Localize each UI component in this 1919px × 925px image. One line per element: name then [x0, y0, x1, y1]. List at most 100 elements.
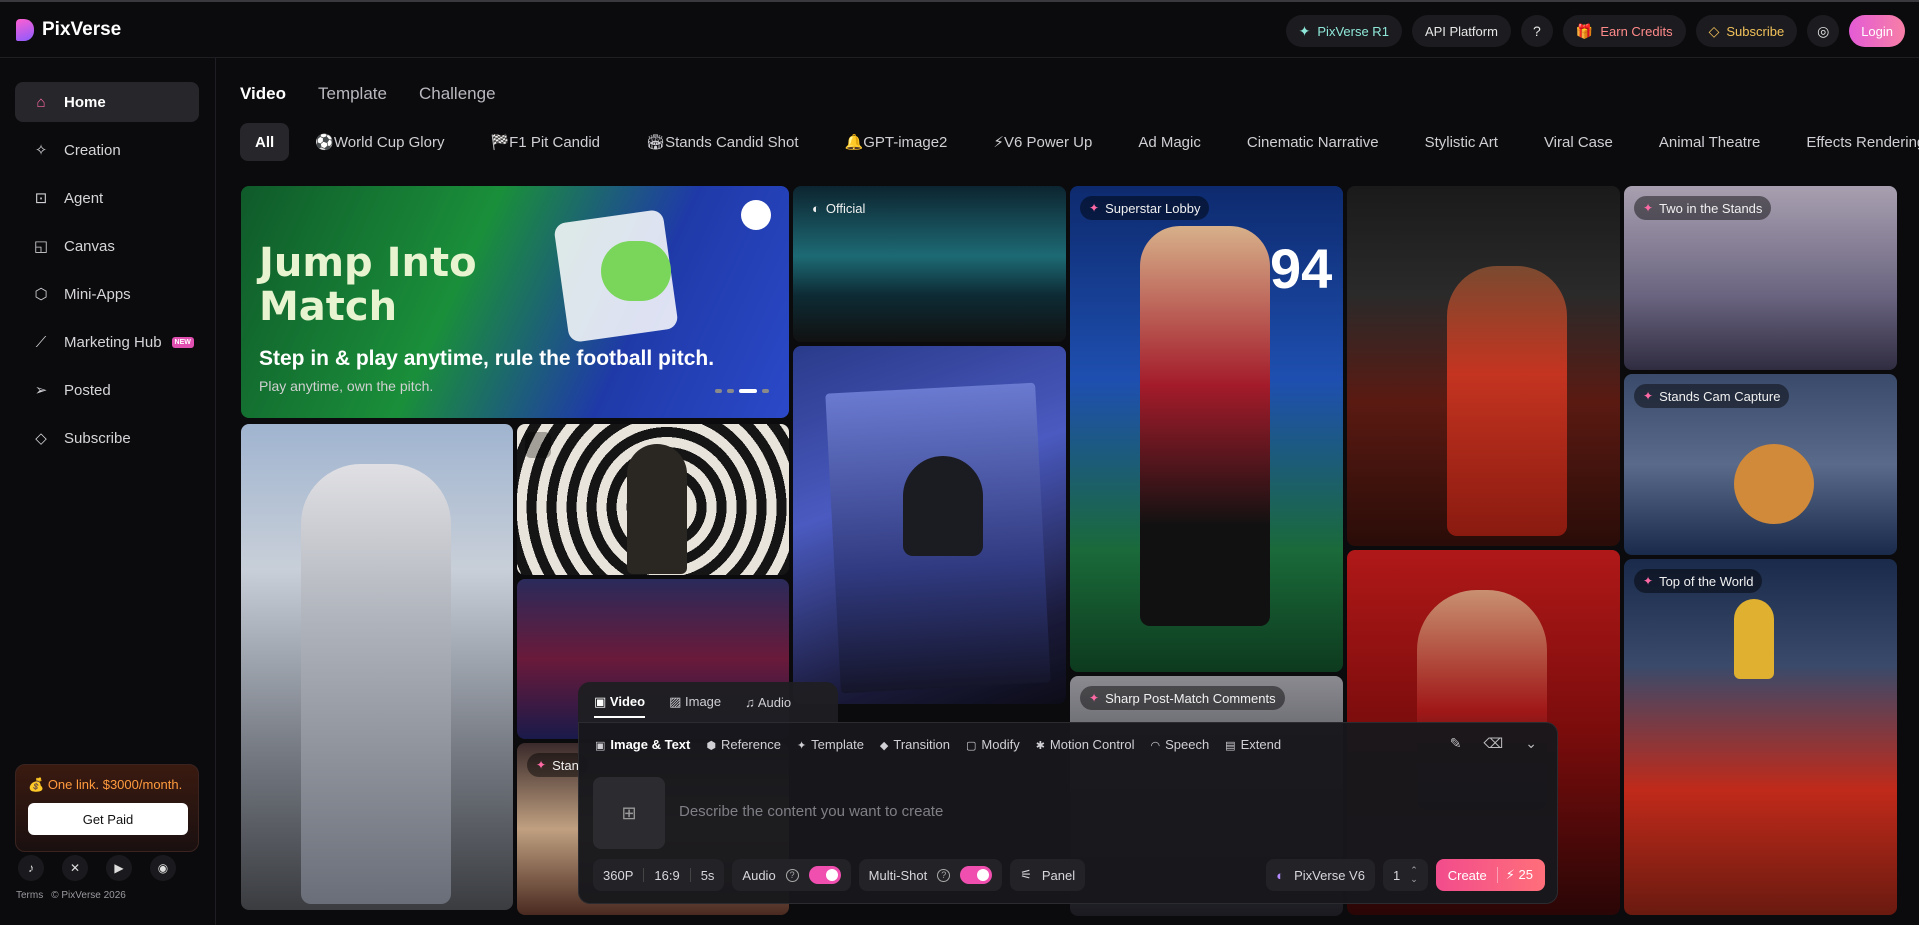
terms-link[interactable]: Terms: [16, 890, 43, 901]
card-top-of-the-world[interactable]: ✦ Top of the World: [1624, 559, 1897, 915]
count-stepper[interactable]: 1 ⌃ ⌄: [1382, 859, 1428, 891]
mode-extend[interactable]: ▤ Extend: [1225, 737, 1281, 752]
stepper-arrows-icon[interactable]: ⌃ ⌄: [1410, 866, 1418, 884]
diamond-icon: ◇: [1708, 22, 1720, 39]
mode-motion-control[interactable]: ✱ Motion Control: [1036, 737, 1135, 752]
carousel-dot[interactable]: [762, 389, 769, 393]
card-knight[interactable]: [241, 424, 513, 910]
flag-icon: 🏁: [490, 134, 510, 151]
chip-effects-rendering[interactable]: Effects Rendering: [1786, 123, 1919, 161]
card-portrait-spiral[interactable]: [517, 424, 789, 575]
discord-icon[interactable]: ◉: [150, 855, 176, 881]
chip-cinematic-narrative[interactable]: Cinematic Narrative: [1227, 123, 1399, 161]
hero-subtitle: Step in & play anytime, rule the footbal…: [259, 347, 715, 370]
mode-speech[interactable]: ◠ Speech: [1150, 737, 1209, 752]
bell-icon: 🔔: [844, 134, 864, 151]
subscribe-button[interactable]: ◇ Subscribe: [1695, 15, 1798, 47]
image-icon: ▨: [669, 694, 682, 709]
chevron-down-icon[interactable]: ⌄: [1525, 735, 1537, 752]
carousel-dot[interactable]: [739, 389, 757, 393]
card-superstar-lobby[interactable]: 94 ✦ Superstar Lobby: [1070, 186, 1343, 672]
prompt-input[interactable]: Describe the content you want to create: [679, 803, 943, 820]
sidebar-item-agent[interactable]: ⊡ Agent: [15, 178, 199, 218]
video-icon: ▣: [595, 740, 606, 752]
create-button[interactable]: Create ⚡ 25: [1435, 859, 1545, 891]
pen-icon[interactable]: ✎: [1450, 735, 1462, 752]
eraser-icon[interactable]: ⌫: [1483, 735, 1503, 752]
language-button[interactable]: ◎: [1807, 15, 1840, 47]
sidebar-item-canvas[interactable]: ◱ Canvas: [15, 226, 199, 266]
sidebar-item-marketing-hub[interactable]: ⟋ Marketing Hub NEW: [15, 322, 199, 362]
help-button[interactable]: ?: [1520, 15, 1553, 47]
duration-value: 5s: [700, 867, 715, 883]
chip-gpt-image2[interactable]: 🔔 GPT-image2: [825, 123, 968, 161]
tab-challenge[interactable]: Challenge: [419, 84, 496, 104]
carousel-dot[interactable]: [727, 389, 734, 393]
composer-settings: 360P 16:9 5s Audio ? Multi-Shot ? ⚟ Pane…: [593, 859, 1545, 891]
help-icon[interactable]: ?: [937, 868, 951, 882]
multishot-toggle[interactable]: [960, 866, 993, 884]
pixverse-r1-button[interactable]: ✦ PixVerse R1: [1285, 15, 1402, 47]
person-figure: [1447, 266, 1567, 536]
chip-world-cup-glory[interactable]: ⚽ World Cup Glory: [295, 123, 464, 161]
chip-f1-pit-candid[interactable]: 🏁 F1 Pit Candid: [470, 123, 620, 161]
mode-image-text[interactable]: ▣ Image & Text: [595, 737, 690, 752]
x-icon[interactable]: ✕: [62, 855, 88, 881]
sidebar-item-posted[interactable]: ➢ Posted: [15, 370, 199, 410]
chip-all[interactable]: All: [240, 123, 290, 161]
chip-viral-case[interactable]: Viral Case: [1524, 123, 1633, 161]
tiktok-icon[interactable]: ♪: [18, 855, 44, 881]
carousel-dot[interactable]: [715, 389, 722, 393]
card-f1-pit[interactable]: [1347, 186, 1620, 546]
card-official[interactable]: ◐ Official: [793, 186, 1066, 342]
help-icon[interactable]: ?: [785, 868, 799, 882]
sidebar-item-creation[interactable]: ✧ Creation: [15, 130, 199, 170]
card-stands-cam-capture[interactable]: ✦ Stands Cam Capture: [1624, 374, 1897, 555]
tab-template[interactable]: Template: [318, 84, 387, 104]
player-figure: [1140, 226, 1270, 626]
diamond-icon: ◇: [35, 430, 47, 447]
card-concert[interactable]: [793, 346, 1066, 704]
model-selector[interactable]: ◐ PixVerse V6: [1266, 859, 1375, 891]
card-two-in-the-stands[interactable]: ✦ Two in the Stands: [1624, 186, 1897, 370]
sidebar: ⌂ Home ✧ Creation ⊡ Agent ◱ Canvas ⬡ Mini-App…: [0, 58, 216, 925]
home-icon: ⌂: [36, 93, 46, 111]
mode-modify[interactable]: ▢ Modify: [966, 737, 1020, 752]
chart-icon: ⟋: [35, 333, 47, 351]
chip-v6-power-up[interactable]: ⚡ V6 Power Up: [973, 123, 1112, 161]
chip-stylistic-art[interactable]: Stylistic Art: [1405, 123, 1518, 161]
promo-card: 💰 One link. $3000/month. Get Paid: [15, 764, 199, 852]
chip-animal-theatre[interactable]: Animal Theatre: [1639, 123, 1780, 161]
chip-ad-magic[interactable]: Ad Magic: [1118, 123, 1221, 161]
hero-banner[interactable]: Jump Into Match Step in & play anytime, r…: [241, 186, 789, 418]
chip-stands-candid-shot[interactable]: 🏟 Stands Candid Shot: [626, 123, 818, 161]
motion-icon: ✱: [1035, 740, 1045, 752]
mode-label: Template: [811, 737, 864, 752]
mode-template[interactable]: ✦ Template: [797, 737, 864, 752]
brand-logo[interactable]: PixVerse: [16, 19, 121, 41]
mode-transition[interactable]: ◆ Transition: [880, 737, 950, 752]
carousel-dots[interactable]: [715, 389, 769, 393]
rating-badge: 94: [1270, 237, 1333, 300]
sidebar-item-mini-apps[interactable]: ⬡ Mini-Apps: [15, 274, 199, 314]
login-button[interactable]: Login: [1849, 15, 1905, 47]
image-upload-button[interactable]: ⊞: [593, 777, 665, 849]
youtube-icon[interactable]: ▶: [106, 855, 132, 881]
chip-label: World Cup Glory: [333, 133, 445, 151]
earn-credits-button[interactable]: 🎁 Earn Credits: [1562, 15, 1686, 47]
get-paid-button[interactable]: Get Paid: [28, 803, 188, 835]
panel-button[interactable]: ⚟ Panel: [1010, 859, 1086, 891]
tab-video[interactable]: Video: [240, 84, 286, 104]
send-icon: ➢: [34, 382, 48, 399]
sidebar-item-home[interactable]: ⌂ Home: [15, 82, 199, 122]
api-platform-button[interactable]: API Platform: [1411, 15, 1511, 47]
composer-tab-image[interactable]: ▨ Image: [669, 694, 721, 710]
audio-toggle[interactable]: [808, 866, 841, 884]
mode-reference[interactable]: ⬢ Reference: [706, 737, 781, 752]
video-settings-button[interactable]: 360P 16:9 5s: [593, 859, 725, 891]
composer-tab-video[interactable]: ▣ Video: [594, 694, 646, 718]
composer-tab-audio[interactable]: ♫ Audio: [745, 695, 791, 710]
copyright-text: © PixVerse 2026: [51, 890, 126, 901]
sparkle-icon: ✦: [1643, 201, 1654, 215]
sidebar-item-subscribe[interactable]: ◇ Subscribe: [15, 418, 199, 458]
